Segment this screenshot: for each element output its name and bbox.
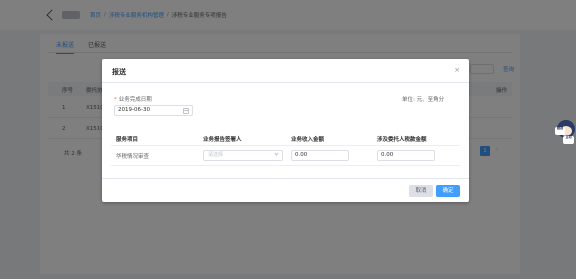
unit-note: 单位: 元、至角分 [402,97,445,103]
chevron-down-icon [274,151,279,156]
required-star: * [114,97,117,103]
dialog-header: 报送 × [102,59,469,83]
submit-dialog: 报送 × * 业务完成日期 单位: 元、至角分 2019-06-30 服务项目 业… [102,59,469,202]
report-table: 服务项目 业务报告签署人 业务收入金额 涉及委托人税款金额 华税情况审查 请选择… [111,130,460,166]
dialog-title: 报送 [112,68,126,76]
column-header-income: 业务收入金额 [291,137,325,143]
floating-assistant-widget[interactable]: 随我 互动 [555,117,576,145]
income-value: 0.00 [295,152,308,158]
close-icon[interactable]: × [454,66,460,74]
column-header-signer: 业务报告签署人 [203,137,242,143]
date-field-label: * 业务完成日期 [114,95,152,103]
tax-amount-input[interactable]: 0.00 [377,150,435,161]
completion-date-picker[interactable]: 2019-06-30 [114,105,193,116]
table-row: 华税情况审查 请选择 0.00 0.00 [111,146,460,166]
report-table-header: 服务项目 业务报告签署人 业务收入金额 涉及委托人税款金额 [111,130,460,146]
cancel-button[interactable]: 取消 [409,185,433,197]
assistant-label: 随我 [555,126,565,135]
calendar-icon [183,108,189,114]
dialog-footer: 取消 确定 [102,178,469,202]
service-item: 华税情况审查 [116,154,150,160]
date-value: 2019-06-30 [118,107,150,113]
signer-placeholder: 请选择 [208,152,224,158]
signer-select[interactable]: 请选择 [203,150,283,161]
income-amount-input[interactable]: 0.00 [291,150,349,161]
tax-amount-value: 0.00 [381,152,394,158]
assistant-label: 互动 [563,135,574,144]
column-header-tax-amount: 涉及委托人税款金额 [377,137,427,143]
confirm-button[interactable]: 确定 [436,185,460,197]
date-label-text: 业务完成日期 [118,97,152,103]
column-header-service: 服务项目 [116,137,139,143]
